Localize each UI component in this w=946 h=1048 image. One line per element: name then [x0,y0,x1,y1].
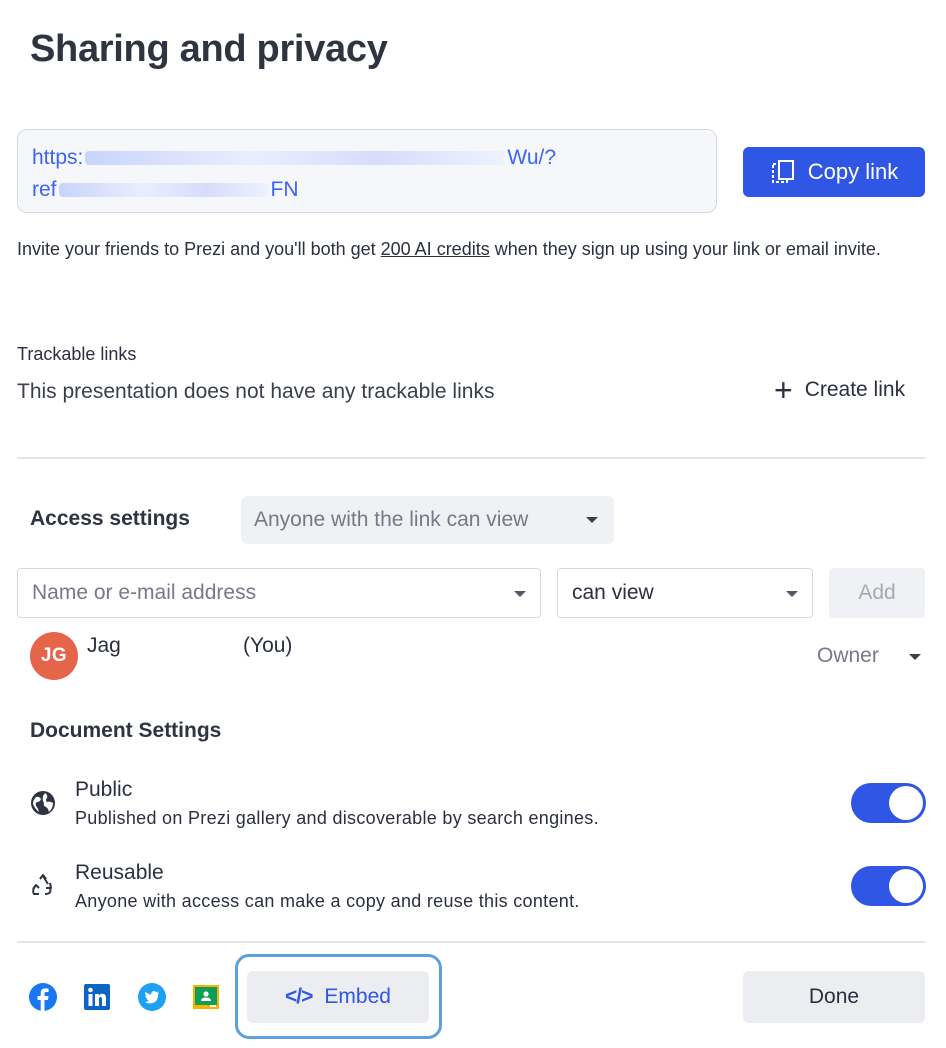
add-button[interactable]: Add [829,568,925,618]
globe-icon [31,791,55,815]
reusable-toggle[interactable] [851,866,926,906]
share-link-redacted-2 [58,183,269,198]
owner-role-label: Owner [817,644,879,667]
document-settings-label: Document Settings [30,719,222,742]
twitter-icon[interactable] [138,983,166,1011]
create-link-button[interactable]: + Create link [774,372,906,408]
google-classroom-icon[interactable] [192,983,220,1011]
share-link-redacted [85,151,506,166]
chevron-down-icon[interactable] [909,654,921,660]
create-link-label: Create link [804,378,906,401]
invite-text: Invite your friends to Prezi and you'll … [17,230,917,268]
divider [17,457,925,459]
divider [17,941,925,943]
reusable-title: Reusable [75,861,164,884]
access-settings-label: Access settings [30,507,190,530]
invite-text-before: Invite your friends to Prezi and you'll … [17,239,381,259]
facebook-icon[interactable] [29,983,57,1011]
share-link-text-start-2: ref [32,178,57,201]
invite-text-after: when they sign up using your link or ema… [489,239,881,259]
toggle-knob [889,786,923,820]
owner-role-select[interactable]: Owner [817,644,879,668]
toggle-knob [889,869,923,903]
chevron-down-icon [586,517,598,523]
access-settings-value: Anyone with the link can view [254,508,529,531]
share-link-text-start: https: [32,146,84,169]
page-title: Sharing and privacy [30,28,388,70]
chevron-down-icon [514,591,526,597]
trackable-links-label: Trackable links [17,344,137,364]
public-title: Public [75,778,133,801]
linkedin-icon[interactable] [83,983,111,1011]
reusable-description: Anyone with access can make a copy and r… [75,891,580,911]
user-you-label: (You) [243,634,293,657]
copy-link-button[interactable]: Copy link [743,147,925,197]
recycle-icon [32,874,52,895]
embed-label: Embed [324,985,391,1008]
plus-icon: + [774,372,793,408]
copy-icon [771,160,794,183]
public-description: Published on Prezi gallery and discovera… [75,808,599,828]
trackable-links-empty: This presentation does not have any trac… [17,380,495,403]
chevron-down-icon [786,591,798,597]
share-link-field[interactable]: https: Wu/? ref FN [17,129,717,213]
permission-value: can view [572,581,654,604]
copy-link-label: Copy link [807,159,899,184]
code-icon: </> [285,985,313,1008]
access-settings-select[interactable]: Anyone with the link can view [241,496,614,544]
public-toggle[interactable] [851,783,926,823]
avatar: JG [30,632,78,680]
done-button[interactable]: Done [743,971,925,1023]
share-link-text-end-2: FN [270,178,299,201]
name-email-input[interactable]: Name or e-mail address [17,568,541,618]
share-link-text-end: Wu/? [507,146,557,169]
user-name: Jag [87,634,121,657]
name-email-placeholder: Name or e-mail address [32,581,257,604]
embed-button[interactable]: </> Embed [247,971,429,1023]
ai-credits-link[interactable]: 200 AI credits [381,239,490,259]
permission-select[interactable]: can view [557,568,813,618]
